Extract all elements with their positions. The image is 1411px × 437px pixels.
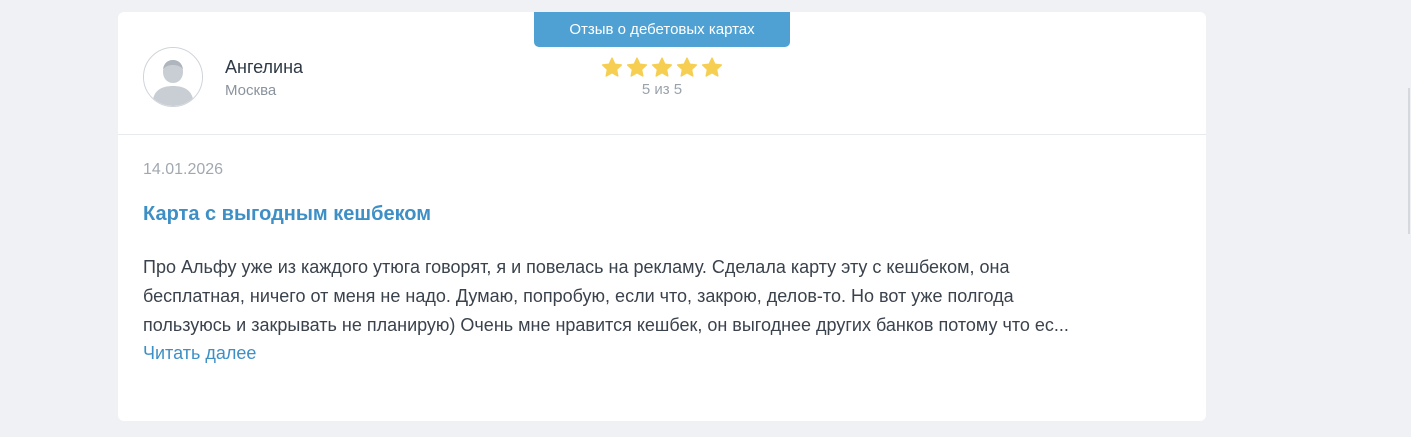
avatar	[143, 47, 203, 107]
star-icon	[626, 57, 648, 77]
review-date: 14.01.2026	[143, 161, 224, 178]
header-divider	[118, 134, 1206, 135]
user-silhouette-icon	[144, 48, 202, 106]
scrollbar[interactable]	[1408, 88, 1410, 234]
author-city: Москва	[225, 82, 277, 99]
author-name: Ангелина	[225, 57, 304, 77]
review-title[interactable]: Карта с выгодным кешбеком	[143, 203, 431, 226]
star-icon	[651, 57, 673, 77]
page: Отзыв о дебетовых картах Ангелина Москва…	[0, 0, 1411, 437]
read-more-link[interactable]: Читать далее	[143, 343, 256, 364]
review-text: Про Альфу уже из каждого утюга говорят, …	[143, 257, 1069, 335]
review-card: Отзыв о дебетовых картах Ангелина Москва…	[118, 12, 1206, 421]
rating: 5 из 5	[600, 57, 724, 98]
rating-text: 5 из 5	[641, 81, 683, 98]
rating-stars	[600, 57, 724, 78]
review-category-badge[interactable]: Отзыв о дебетовых картах	[534, 12, 790, 47]
star-icon	[601, 57, 623, 77]
star-icon	[676, 57, 698, 77]
star-icon	[701, 57, 723, 77]
